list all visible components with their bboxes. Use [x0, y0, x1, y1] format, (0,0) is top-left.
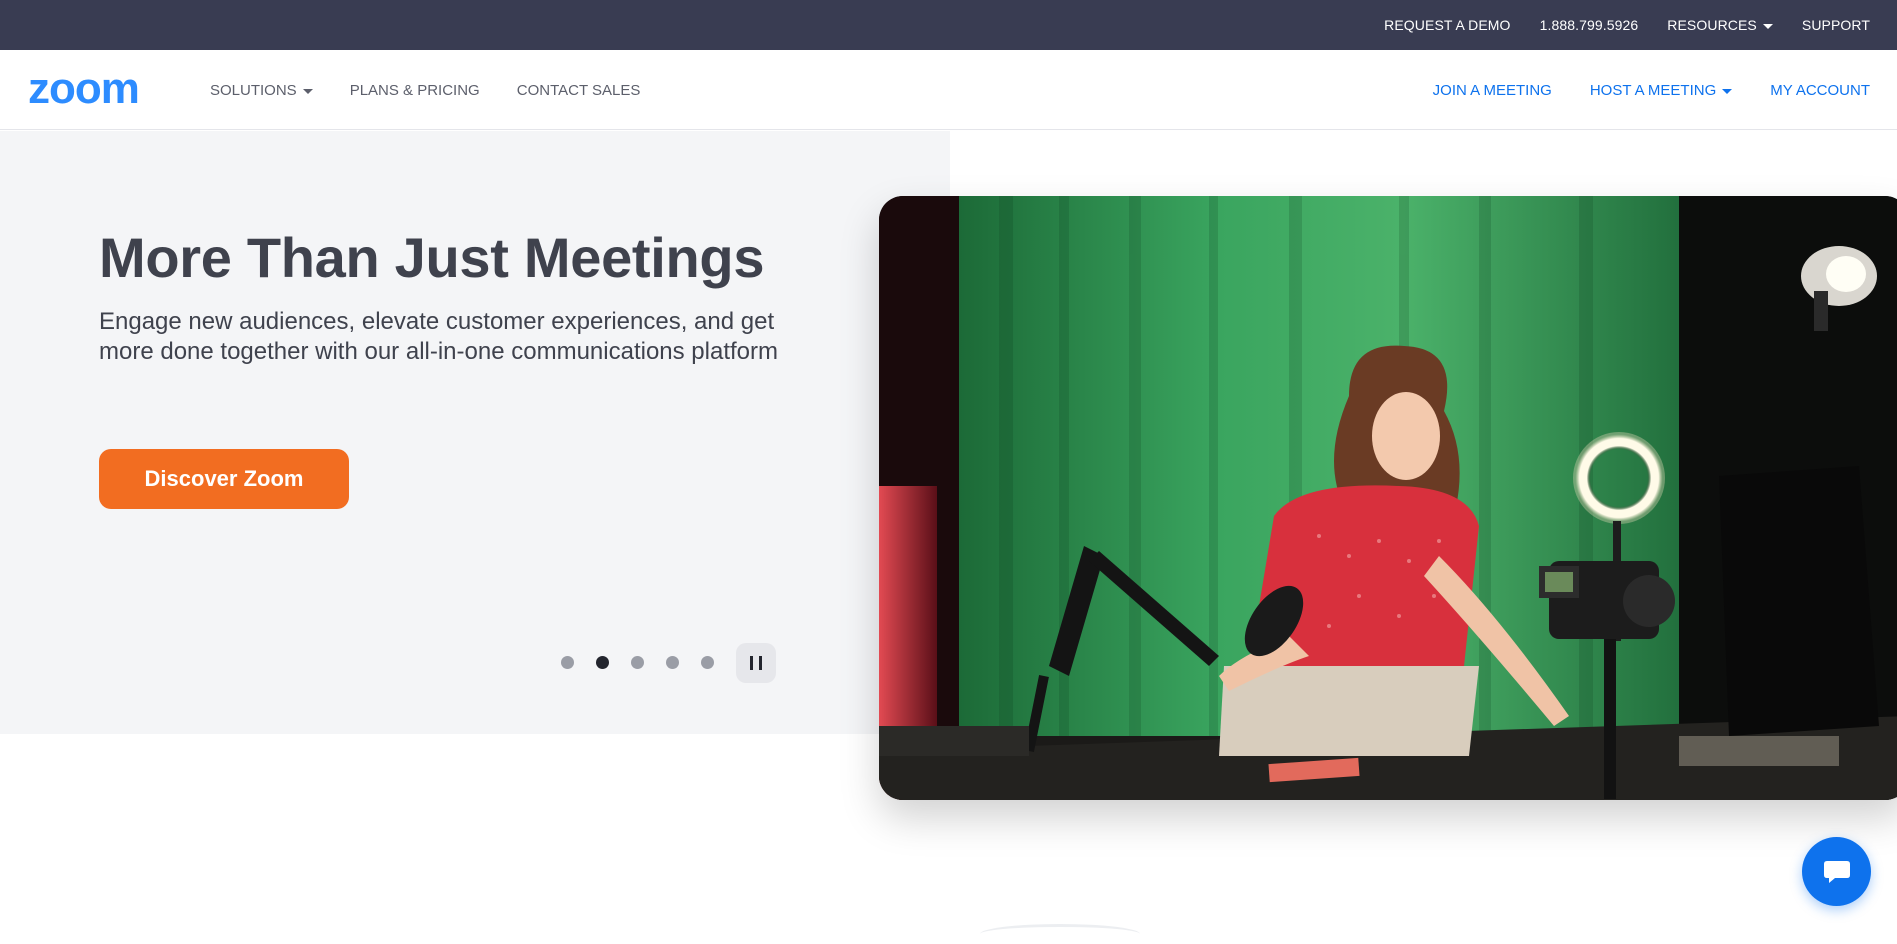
plans-pricing-link[interactable]: PLANS & PRICING — [350, 82, 480, 99]
host-meeting-label: HOST A MEETING — [1589, 81, 1717, 99]
chat-support-button[interactable] — [1802, 837, 1871, 906]
carousel-dot-1[interactable] — [561, 656, 574, 669]
hero-title: More Than Just Meetings — [99, 226, 765, 289]
solutions-label: SOLUTIONS — [210, 81, 297, 99]
carousel-pause-button[interactable] — [736, 643, 776, 683]
carousel-dot-4[interactable] — [666, 656, 679, 669]
zoom-logo[interactable]: zoom — [28, 64, 168, 113]
hero-subtitle: Engage new audiences, elevate customer e… — [99, 308, 778, 365]
section-divider-arc — [980, 924, 1140, 944]
my-account-link[interactable]: MY ACCOUNT — [1770, 82, 1870, 99]
carousel-dot-2[interactable] — [596, 656, 609, 669]
utility-bar: REQUEST A DEMO 1.888.799.5926 RESOURCES … — [0, 0, 1897, 50]
resources-menu[interactable]: RESOURCES — [1667, 17, 1773, 33]
main-navigation: zoom SOLUTIONS PLANS & PRICING CONTACT S… — [0, 50, 1897, 130]
discover-zoom-button[interactable]: Discover Zoom — [99, 449, 349, 509]
nav-left: SOLUTIONS PLANS & PRICING CONTACT SALES — [210, 50, 677, 130]
chevron-down-icon — [302, 88, 313, 94]
resources-label: RESOURCES — [1667, 17, 1757, 33]
solutions-menu[interactable]: SOLUTIONS — [210, 82, 313, 99]
carousel-dot-3[interactable] — [631, 656, 644, 669]
support-link[interactable]: SUPPORT — [1802, 17, 1870, 33]
chevron-down-icon — [1722, 88, 1733, 94]
contact-sales-link[interactable]: CONTACT SALES — [517, 82, 641, 99]
carousel-dot-5[interactable] — [701, 656, 714, 669]
nav-right: JOIN A MEETING HOST A MEETING MY ACCOUNT — [1395, 50, 1870, 130]
logo-text: zoom — [28, 72, 139, 108]
carousel-indicators — [561, 656, 736, 669]
utility-links: REQUEST A DEMO 1.888.799.5926 RESOURCES … — [1355, 0, 1870, 50]
request-demo-link[interactable]: REQUEST A DEMO — [1384, 17, 1510, 33]
host-meeting-menu[interactable]: HOST A MEETING — [1589, 81, 1733, 99]
studio-scene-image — [879, 196, 1897, 800]
zoom-logo-icon: zoom — [28, 64, 140, 113]
hero-video[interactable] — [879, 196, 1897, 800]
chevron-down-icon — [1762, 23, 1773, 29]
phone-link[interactable]: 1.888.799.5926 — [1540, 17, 1639, 33]
hero-background — [0, 131, 950, 734]
join-meeting-link[interactable]: JOIN A MEETING — [1433, 82, 1552, 99]
chat-bubble-icon — [1823, 860, 1850, 883]
pause-icon — [747, 656, 765, 670]
